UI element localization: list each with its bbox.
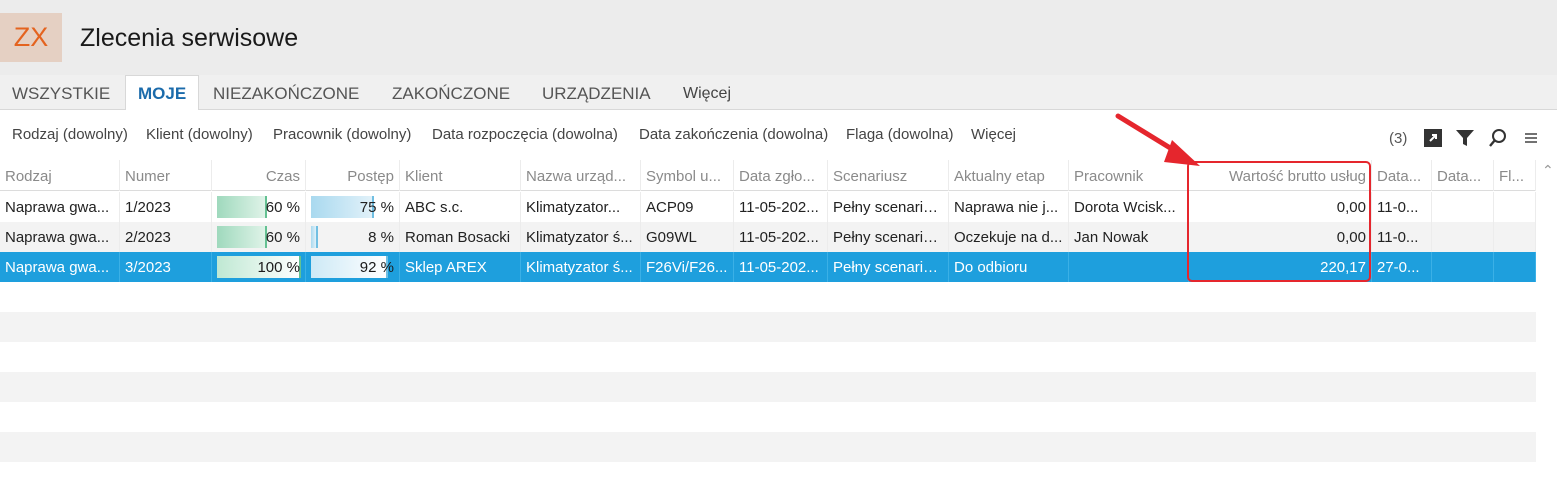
empty-row <box>0 372 1536 402</box>
postep-progress-bar <box>311 226 318 248</box>
annotation-arrow-icon <box>1115 113 1200 166</box>
cell-czas: 60 % <box>212 192 306 222</box>
cell-data-zgloszenia: 11-05-202... <box>734 222 828 252</box>
empty-row <box>0 402 1536 432</box>
scroll-up-icon[interactable]: ⌃ <box>1542 162 1554 179</box>
cell-numer: 3/2023 <box>120 252 212 282</box>
cell-data-1: 27-0... <box>1372 252 1432 282</box>
tab-bar: WSZYSTKIE MOJE NIEZAKOŃCZONE ZAKOŃCZONE … <box>0 75 1557 111</box>
menu-icon[interactable] <box>1521 128 1541 148</box>
record-count: (3) <box>1389 130 1408 147</box>
cell-klient: ABC s.c. <box>400 192 521 222</box>
app-header: ZX Zlecenia serwisowe <box>0 0 1557 75</box>
cell-numer: 1/2023 <box>120 192 212 222</box>
cell-symbol: G09WL <box>641 222 734 252</box>
filter-bar: Rodzaj (dowolny) Klient (dowolny) Pracow… <box>0 110 1557 160</box>
page-title: Zlecenia serwisowe <box>80 24 299 52</box>
postep-percent: 92 % <box>359 259 394 276</box>
filter-data-rozpoczecia[interactable]: Data rozpoczęcia (dowolna) <box>432 126 618 143</box>
empty-row <box>0 282 1536 312</box>
tab-wszystkie[interactable]: WSZYSTKIE <box>12 75 110 110</box>
cell-symbol: F26Vi/F26... <box>641 252 734 282</box>
column-header-rodzaj[interactable]: Rodzaj <box>0 160 120 191</box>
filter-pracownik[interactable]: Pracownik (dowolny) <box>273 126 411 143</box>
cell-flaga <box>1494 222 1536 252</box>
tab-niezakonczone[interactable]: NIEZAKOŃCZONE <box>213 75 359 110</box>
cell-postep: 8 % <box>306 222 400 252</box>
export-icon[interactable] <box>1423 128 1443 148</box>
column-header-postep[interactable]: Postęp <box>306 160 400 191</box>
cell-nazwa: Klimatyzator ś... <box>521 252 641 282</box>
filter-data-zakonczenia[interactable]: Data zakończenia (dowolna) <box>639 126 828 143</box>
empty-row <box>0 462 1536 492</box>
cell-data-zgloszenia: 11-05-202... <box>734 192 828 222</box>
czas-percent: 60 % <box>265 229 300 246</box>
filter-icon[interactable] <box>1455 128 1475 148</box>
cell-postep: 75 % <box>306 192 400 222</box>
tab-more[interactable]: Więcej <box>683 75 731 110</box>
cell-czas: 100 % <box>212 252 306 282</box>
cell-data-1: 11-0... <box>1372 222 1432 252</box>
cell-pracownik <box>1069 252 1189 282</box>
cell-scenariusz: Pełny scenariu... <box>828 222 949 252</box>
tab-zakonczone[interactable]: ZAKOŃCZONE <box>392 75 510 110</box>
cell-flaga <box>1494 192 1536 222</box>
cell-nazwa: Klimatyzator ś... <box>521 222 641 252</box>
column-header-klient[interactable]: Klient <box>400 160 521 191</box>
column-header-scenariusz[interactable]: Scenariusz <box>828 160 949 191</box>
cell-etap: Do odbioru <box>949 252 1069 282</box>
empty-row <box>0 432 1536 462</box>
cell-pracownik: Jan Nowak <box>1069 222 1189 252</box>
column-header-flaga[interactable]: Fl... <box>1494 160 1536 191</box>
cell-data-2 <box>1432 192 1494 222</box>
column-header-aktualny-etap[interactable]: Aktualny etap <box>949 160 1069 191</box>
filter-flaga[interactable]: Flaga (dowolna) <box>846 126 954 143</box>
cell-data-1: 11-0... <box>1372 192 1432 222</box>
tab-urzadzenia[interactable]: URZĄDZENIA <box>542 75 651 110</box>
cell-czas: 60 % <box>212 222 306 252</box>
column-header-symbol[interactable]: Symbol u... <box>641 160 734 191</box>
tab-moje[interactable]: MOJE <box>125 75 200 111</box>
cell-klient: Roman Bosacki <box>400 222 521 252</box>
cell-rodzaj: Naprawa gwa... <box>0 252 120 282</box>
cell-data-zgloszenia: 11-05-202... <box>734 252 828 282</box>
search-icon[interactable] <box>1488 128 1508 148</box>
czas-progress-bar <box>217 196 267 218</box>
column-header-nazwa-urzadzenia[interactable]: Nazwa urząd... <box>521 160 641 191</box>
cell-data-2 <box>1432 222 1494 252</box>
czas-progress-bar <box>217 226 267 248</box>
cell-klient: Sklep AREX <box>400 252 521 282</box>
app-logo: ZX <box>0 13 62 62</box>
filter-more[interactable]: Więcej <box>971 126 1016 143</box>
cell-numer: 2/2023 <box>120 222 212 252</box>
column-header-data-zgloszenia[interactable]: Data zgło... <box>734 160 828 191</box>
column-header-data-1[interactable]: Data... <box>1372 160 1432 191</box>
cell-flaga <box>1494 252 1536 282</box>
cell-symbol: ACP09 <box>641 192 734 222</box>
empty-row <box>0 342 1536 372</box>
column-header-czas[interactable]: Czas <box>212 160 306 191</box>
cell-scenariusz: Pełny scenariu... <box>828 252 949 282</box>
cell-rodzaj: Naprawa gwa... <box>0 222 120 252</box>
column-header-numer[interactable]: Numer <box>120 160 212 191</box>
cell-pracownik: Dorota Wcisk... <box>1069 192 1189 222</box>
cell-nazwa: Klimatyzator... <box>521 192 641 222</box>
highlight-box <box>1187 161 1371 282</box>
filter-rodzaj[interactable]: Rodzaj (dowolny) <box>12 126 128 143</box>
cell-scenariusz: Pełny scenariu... <box>828 192 949 222</box>
cell-rodzaj: Naprawa gwa... <box>0 192 120 222</box>
cell-etap: Naprawa nie j... <box>949 192 1069 222</box>
filter-klient[interactable]: Klient (dowolny) <box>146 126 253 143</box>
cell-postep: 92 % <box>306 252 400 282</box>
empty-row <box>0 312 1536 342</box>
czas-percent: 60 % <box>265 199 300 216</box>
cell-data-2 <box>1432 252 1494 282</box>
postep-percent: 8 % <box>368 229 394 246</box>
postep-percent: 75 % <box>359 199 394 216</box>
cell-etap: Oczekuje na d... <box>949 222 1069 252</box>
column-header-data-2[interactable]: Data... <box>1432 160 1494 191</box>
czas-percent: 100 % <box>257 259 300 276</box>
